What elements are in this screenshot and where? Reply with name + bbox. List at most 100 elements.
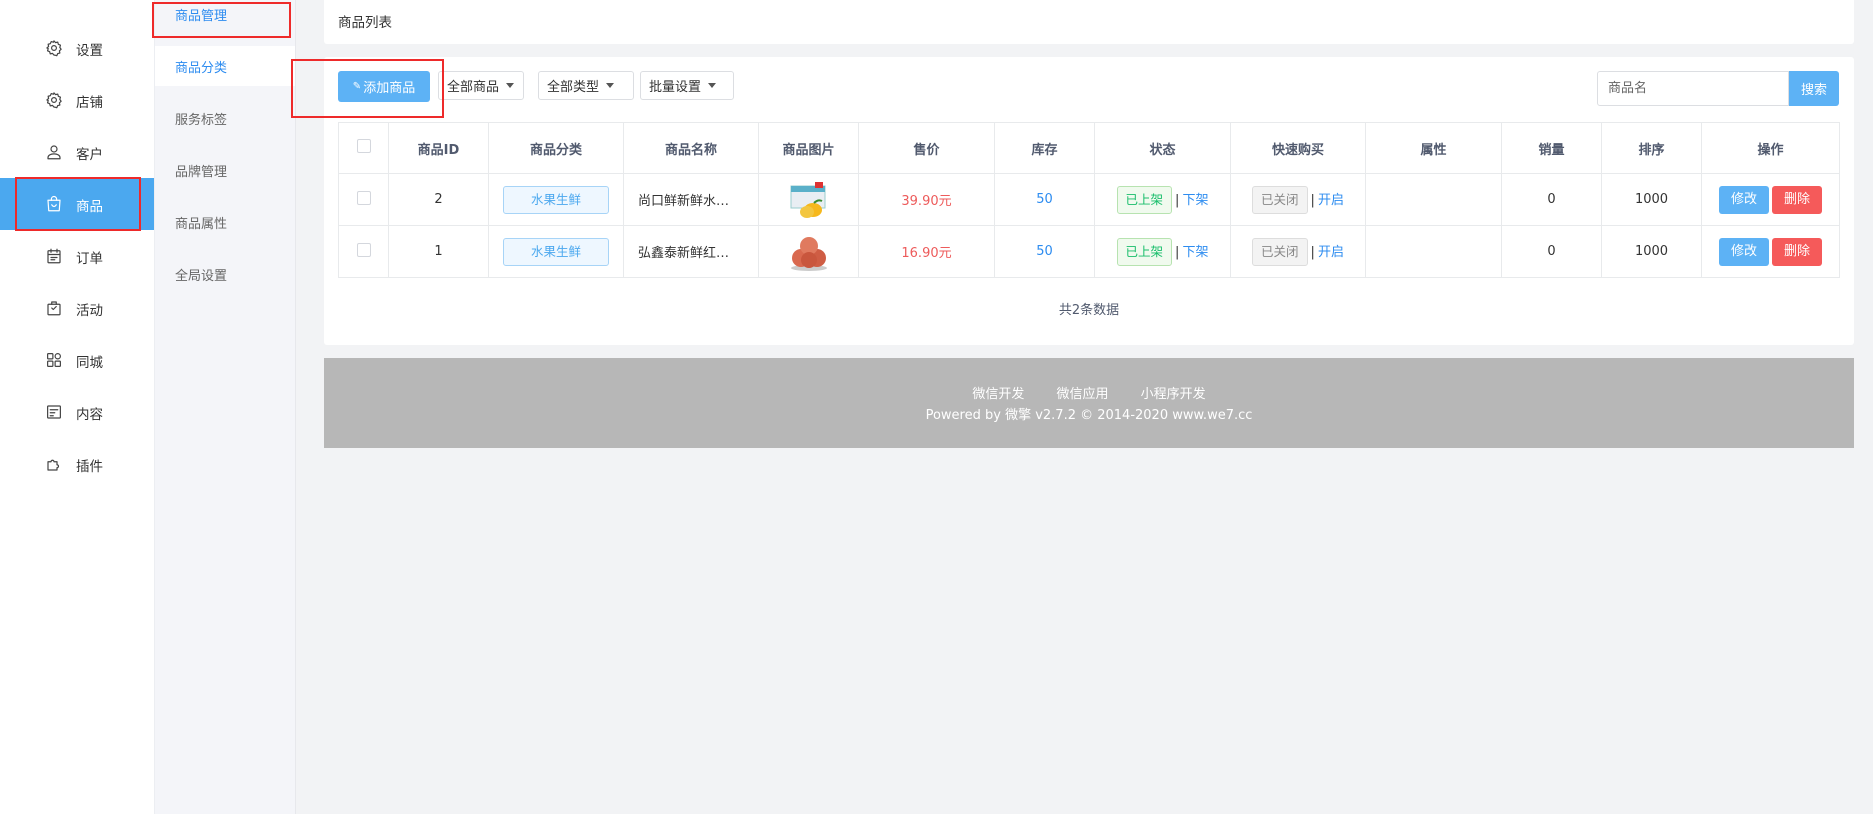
goods-price: 39.90元 [858, 173, 995, 226]
status-badge: 已上架 [1116, 185, 1173, 214]
sidebar-item-customers[interactable]: 客户 [0, 126, 154, 178]
checkbox[interactable] [356, 139, 371, 153]
gear-icon [45, 91, 63, 109]
delete-button[interactable]: 删除 [1772, 185, 1822, 214]
column-header: 属性 [1365, 122, 1502, 174]
sidebar-item-orders[interactable]: 订单 [0, 230, 154, 282]
goods-name: 弘鑫泰新鲜红… [623, 225, 759, 278]
goods-sort: 1000 [1601, 225, 1702, 278]
column-header: 商品分类 [488, 122, 624, 174]
goods-name: 尚口鲜新鲜水… [623, 173, 759, 226]
sidebar-item-content[interactable]: 内容 [0, 386, 154, 438]
batch-settings-dropdown[interactable]: 批量设置 [640, 71, 734, 100]
sidebar-item-settings[interactable]: 设置 [0, 22, 154, 74]
status-badge: 已上架 [1116, 237, 1173, 266]
sidebar-item-label: 店铺 [76, 95, 103, 111]
sidebar-item-store[interactable]: 店铺 [0, 74, 154, 126]
all-types-dropdown[interactable]: 全部类型 [538, 71, 634, 100]
red-apples-thumbnail [787, 232, 831, 272]
table-header-row: 商品ID 商品分类 商品名称 商品图片 售价 库存 状态 快速购买 属性 销量 … [338, 122, 1840, 174]
sidebar-item-label: 内容 [76, 407, 103, 423]
column-header: 销量 [1501, 122, 1602, 174]
quick-buy-cell: 已关闭 | 开启 [1230, 173, 1366, 226]
goods-id: 2 [388, 173, 489, 226]
quick-buy-badge: 已关闭 [1252, 185, 1308, 214]
total-count: 共2条数据 [1058, 303, 1120, 318]
sidebar-item-label: 设置 [76, 43, 103, 59]
row-checkbox-cell[interactable] [338, 225, 389, 278]
sidebar-item-label: 插件 [76, 459, 103, 475]
table-row: 1 水果生鲜 弘鑫泰新鲜红… 16.90元 50 已上架 | 下架 已关闭 | … [338, 225, 1840, 278]
goods-attr [1365, 173, 1502, 226]
subnav-item-service-tags[interactable]: 服务标签 [155, 98, 295, 138]
calendar-icon [45, 247, 63, 265]
subnav-item-goods-category[interactable]: 商品分类 [155, 46, 295, 86]
mango-box-thumbnail [787, 180, 831, 220]
sidebar-item-label: 同城 [76, 355, 103, 371]
actions-cell: 修改 删除 [1701, 173, 1840, 226]
goods-sort: 1000 [1601, 173, 1702, 226]
footer-link[interactable]: 微信开发 [972, 387, 1024, 402]
puzzle-icon [45, 455, 63, 473]
gear-icon [45, 39, 63, 57]
footer-links: 微信开发 微信应用 小程序开发 [324, 383, 1854, 402]
goods-sales: 0 [1501, 173, 1602, 226]
checkbox[interactable] [356, 190, 371, 205]
enable-link[interactable]: 开启 [1318, 193, 1344, 208]
subnav-item-label: 品牌管理 [175, 165, 228, 180]
category-tag: 水果生鲜 [503, 237, 609, 266]
column-header: 商品名称 [623, 122, 759, 174]
goods-name-search-input[interactable] [1597, 71, 1789, 106]
sub-sidebar: 商品管理 商品分类 服务标签 品牌管理 商品属性 全局设置 [155, 0, 296, 814]
take-down-link[interactable]: 下架 [1182, 193, 1208, 208]
subnav-item-brand-management[interactable]: 品牌管理 [155, 150, 295, 190]
status-cell: 已上架 | 下架 [1094, 225, 1231, 278]
subnav-item-global-settings[interactable]: 全局设置 [155, 254, 295, 294]
quick-buy-cell: 已关闭 | 开启 [1230, 225, 1366, 278]
goods-list-panel: ✎ 添加商品 全部商品 全部类型 批量设置 搜索 商品ID 商品分类 商品名称 … [324, 57, 1854, 345]
column-header: 状态 [1094, 122, 1231, 174]
page-header: 商品列表 [324, 0, 1854, 44]
caret-down-icon [606, 83, 615, 88]
select-all-checkbox-cell[interactable] [338, 122, 389, 174]
status-cell: 已上架 | 下架 [1094, 173, 1231, 226]
goods-stock: 50 [994, 173, 1095, 226]
sidebar-item-plugins[interactable]: 插件 [0, 438, 154, 490]
checkbox[interactable] [356, 242, 371, 257]
goods-image-cell [758, 225, 859, 278]
category-cell: 水果生鲜 [488, 225, 624, 278]
delete-button[interactable]: 删除 [1772, 237, 1822, 266]
column-header: 排序 [1601, 122, 1702, 174]
category-tag: 水果生鲜 [503, 185, 609, 214]
goods-stock: 50 [994, 225, 1095, 278]
powered-by: Powered by 微擎 v2.7.2 © 2014-2020 www.we7… [925, 408, 1253, 423]
subnav-item-label: 全局设置 [175, 269, 228, 284]
row-checkbox-cell[interactable] [338, 173, 389, 226]
highlight-box [15, 177, 141, 231]
edit-button[interactable]: 修改 [1719, 237, 1769, 266]
goods-attr [1365, 225, 1502, 278]
sidebar-item-label: 客户 [76, 147, 103, 163]
sidebar-item-local[interactable]: 同城 [0, 334, 154, 386]
sidebar-item-activities[interactable]: 活动 [0, 282, 154, 334]
quick-buy-badge: 已关闭 [1252, 237, 1308, 266]
column-header: 商品ID [388, 122, 489, 174]
take-down-link[interactable]: 下架 [1182, 245, 1208, 260]
separator: | [1310, 192, 1315, 208]
sidebar-item-label: 活动 [76, 303, 103, 319]
subnav-item-label: 商品分类 [175, 61, 228, 76]
all-goods-dropdown[interactable]: 全部商品 [438, 71, 524, 100]
search-button[interactable]: 搜索 [1789, 71, 1839, 106]
subnav-item-goods-attributes[interactable]: 商品属性 [155, 202, 295, 242]
goods-image-cell [758, 173, 859, 226]
footer: 微信开发 微信应用 小程序开发 Powered by 微擎 v2.7.2 © 2… [324, 358, 1854, 448]
sidebar-item-label: 订单 [76, 251, 103, 267]
footer-link[interactable]: 微信应用 [1056, 387, 1108, 402]
column-header: 快速购买 [1230, 122, 1366, 174]
dropdown-label: 全部类型 [547, 80, 600, 95]
edit-button[interactable]: 修改 [1719, 185, 1769, 214]
goods-table: 商品ID 商品分类 商品名称 商品图片 售价 库存 状态 快速购买 属性 销量 … [338, 122, 1840, 278]
enable-link[interactable]: 开启 [1318, 245, 1344, 260]
footer-link[interactable]: 小程序开发 [1141, 387, 1206, 402]
separator: | [1175, 244, 1180, 260]
